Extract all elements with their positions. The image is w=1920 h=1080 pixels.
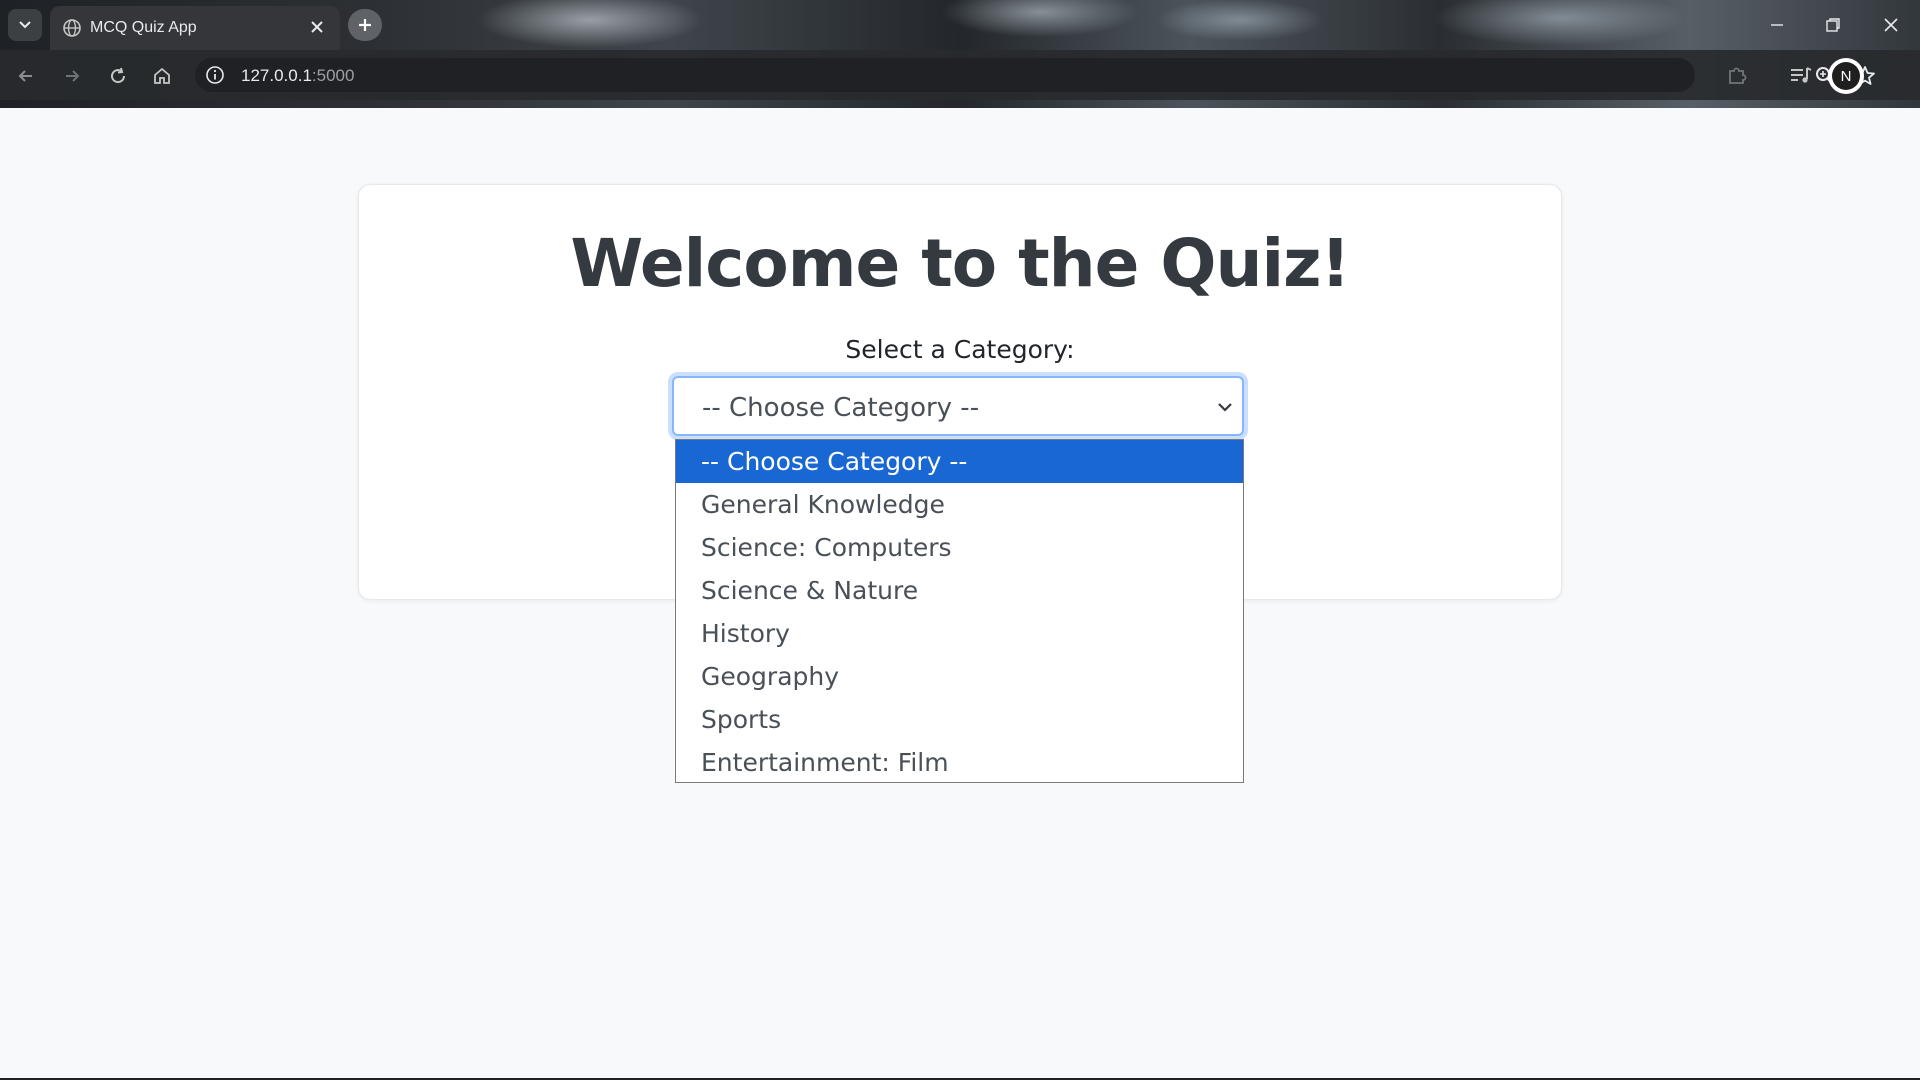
reload-button[interactable]: [104, 62, 132, 90]
arrow-right-icon: [66, 70, 80, 82]
browser-chrome: MCQ Quiz App 127.0.0.1:5000 N: [0, 0, 1920, 108]
category-option-general-knowledge[interactable]: General Knowledge: [676, 483, 1243, 526]
tab-title: MCQ Quiz App: [90, 19, 197, 36]
puzzle-icon[interactable]: [1725, 63, 1749, 87]
avatar-initial: N: [1832, 62, 1860, 90]
category-option-entertainment-film[interactable]: Entertainment: Film: [676, 741, 1243, 782]
category-option-sports[interactable]: Sports: [676, 698, 1243, 741]
category-option-history[interactable]: History: [676, 612, 1243, 655]
media-control-icon[interactable]: [1788, 63, 1814, 89]
home-icon: [154, 67, 170, 84]
category-option-choose[interactable]: -- Choose Category --: [676, 440, 1243, 483]
home-button[interactable]: [148, 62, 176, 90]
restore-icon: [1826, 18, 1840, 32]
category-label: Select a Category:: [845, 335, 1075, 364]
chevron-down-icon: [19, 21, 31, 29]
category-option-science-nature[interactable]: Science & Nature: [676, 569, 1243, 612]
page-title: Welcome to the Quiz!: [570, 225, 1350, 302]
forward-button[interactable]: [58, 62, 86, 90]
tab-active[interactable]: MCQ Quiz App: [50, 6, 340, 50]
globe-icon: [63, 19, 81, 37]
url-host: 127.0.0.1: [241, 66, 312, 85]
close-icon: [1884, 18, 1898, 32]
tab-strip: MCQ Quiz App: [0, 0, 1920, 50]
minimize-button[interactable]: [1762, 10, 1792, 40]
reload-icon: [111, 67, 126, 84]
category-option-science-computers[interactable]: Science: Computers: [676, 526, 1243, 569]
plus-icon: [359, 19, 371, 31]
back-button[interactable]: [12, 62, 40, 90]
minimize-icon: [1771, 24, 1783, 26]
category-option-geography[interactable]: Geography: [676, 655, 1243, 698]
address-bar[interactable]: 127.0.0.1:5000: [195, 58, 1875, 92]
category-select-value: -- Choose Category --: [702, 393, 980, 423]
restore-button[interactable]: [1818, 10, 1848, 40]
category-dropdown-list: -- Choose Category -- General Knowledge …: [675, 439, 1244, 783]
url-text: 127.0.0.1:5000: [241, 66, 354, 86]
profile-avatar[interactable]: N: [1828, 58, 1864, 94]
chevron-down-icon: [1218, 403, 1232, 412]
category-select[interactable]: -- Choose Category --: [672, 376, 1244, 436]
new-tab-button[interactable]: [348, 9, 382, 41]
close-window-button[interactable]: [1876, 10, 1906, 40]
tab-close-icon[interactable]: [306, 16, 328, 38]
url-port: :5000: [311, 66, 355, 85]
tab-search-button[interactable]: [8, 9, 42, 41]
browser-toolbar: 127.0.0.1:5000 N: [0, 50, 1920, 100]
arrow-left-icon: [18, 70, 32, 82]
info-icon[interactable]: [205, 65, 225, 85]
